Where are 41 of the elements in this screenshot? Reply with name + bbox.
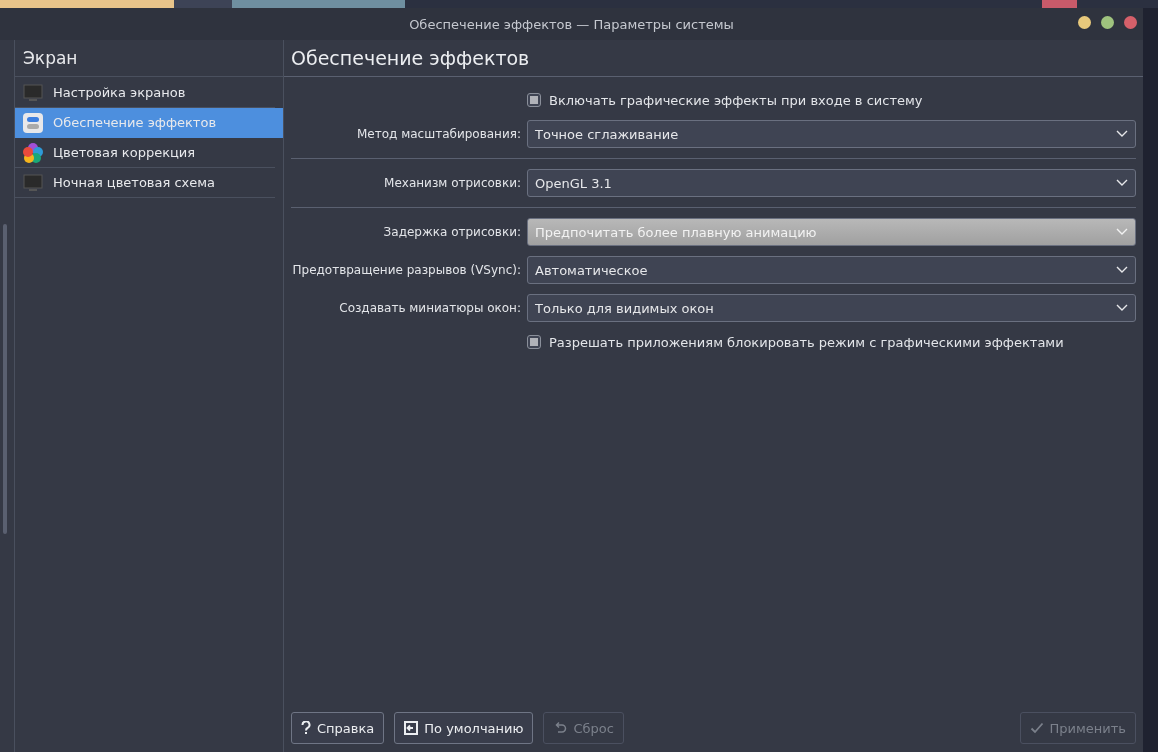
field-label: Задержка отрисовки: — [382, 225, 521, 239]
checkbox-option[interactable]: Разрешать приложениям блокировать режим с графическими эффектами — [527, 334, 1064, 350]
field-label: Создавать миниатюры окон: — [338, 301, 521, 315]
chevron-down-icon — [1116, 130, 1128, 138]
chevron-down-icon — [1116, 304, 1128, 312]
checkbox[interactable] — [527, 335, 541, 349]
dropdown[interactable]: OpenGL 3.1 — [527, 169, 1136, 197]
close-button[interactable] — [1124, 16, 1137, 29]
chevron-down-icon — [1116, 179, 1128, 187]
sidebar-item-label: Цветовая коррекция — [53, 145, 196, 160]
help-icon — [301, 721, 311, 735]
checkbox[interactable] — [527, 93, 541, 107]
chevron-down-icon — [1116, 228, 1128, 236]
field-label: Механизм отрисовки: — [383, 176, 521, 190]
field-label: Метод масштабирования: — [356, 127, 521, 141]
sidebar-item[interactable]: Цветовая коррекция — [15, 138, 275, 168]
page-title: Обеспечение эффектов — [284, 40, 1143, 77]
undo-icon — [553, 721, 568, 735]
minimize-button[interactable] — [1078, 16, 1091, 29]
monitor-icon — [23, 82, 43, 103]
color-wheel-icon — [23, 142, 43, 163]
field-label: Предотвращение разрывов (VSync): — [291, 263, 521, 277]
footer-button[interactable]: Справка — [291, 712, 385, 744]
check-icon — [1029, 721, 1044, 735]
monitor-icon — [23, 172, 43, 193]
defaults-icon — [404, 721, 419, 735]
sidebar-item-label: Обеспечение эффектов — [53, 115, 217, 130]
maximize-button[interactable] — [1101, 16, 1114, 29]
scrollbar[interactable] — [3, 224, 7, 534]
chevron-down-icon — [1116, 266, 1128, 274]
toggles-icon — [23, 112, 43, 133]
sidebar-item-label: Настройка экранов — [53, 85, 186, 100]
dropdown[interactable]: Только для видимых окон — [527, 294, 1136, 322]
sidebar-item-label: Ночная цветовая схема — [53, 175, 216, 190]
window-title: Обеспечение эффектов — Параметры системы — [409, 16, 734, 32]
sidebar-item[interactable]: Ночная цветовая схема — [15, 168, 275, 198]
dropdown[interactable]: Автоматическое — [527, 256, 1136, 284]
checkbox-option[interactable]: Включать графические эффекты при входе в систему — [527, 92, 923, 108]
sidebar-title: Экран — [15, 40, 283, 77]
footer-button[interactable]: По умолчанию — [394, 712, 534, 744]
dropdown[interactable]: Точное сглаживание — [527, 120, 1136, 148]
